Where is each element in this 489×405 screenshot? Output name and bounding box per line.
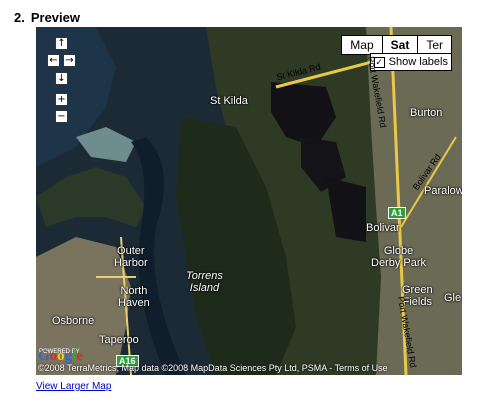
zoom-in-button[interactable]: + [55, 93, 68, 106]
pan-right-button[interactable]: → [63, 54, 76, 67]
show-labels-label: Show labels [388, 56, 448, 68]
show-labels-toggle[interactable]: ✓ Show labels [369, 53, 452, 71]
pan-up-button[interactable]: ↑ [55, 37, 68, 50]
place-label: Bolivar [366, 222, 400, 234]
place-label: Globe Derby Park [371, 245, 427, 269]
pan-left-button[interactable]: ← [47, 54, 60, 67]
satellite-imagery [36, 27, 462, 375]
place-label: Paralowie [424, 185, 462, 197]
place-label: Taperoo [99, 334, 139, 346]
view-larger-map-link[interactable]: View Larger Map [36, 381, 111, 392]
section-title: Preview [30, 10, 80, 25]
section-number: 2. [14, 10, 25, 25]
place-label: Gle [444, 292, 462, 304]
google-logo-letter: e [76, 348, 84, 364]
place-label: St Kilda [210, 95, 248, 107]
place-label: Torrens Island [186, 270, 223, 294]
place-label: North Haven [118, 285, 150, 309]
map-type-bar: Map Sat Ter [341, 35, 452, 55]
map-type-sat-button[interactable]: Sat [381, 35, 419, 55]
section-heading: 2. Preview [14, 10, 80, 25]
place-label: Outer Harbor [114, 245, 148, 269]
place-label: Burton [410, 107, 443, 119]
place-label: Osborne [52, 315, 95, 327]
route-shield: A1 [388, 207, 406, 219]
satellite-map[interactable]: ↑ ← → ↓ + − Map Sat Ter ✓ Show labels St… [36, 27, 462, 375]
google-logo-letter: G [38, 348, 50, 364]
map-type-ter-button[interactable]: Ter [417, 35, 452, 55]
google-logo-letter: o [57, 348, 65, 364]
map-attribution: ©2008 TerraMetrics, Map data ©2008 MapDa… [38, 363, 388, 373]
zoom-out-button[interactable]: − [55, 110, 68, 123]
map-type-map-button[interactable]: Map [341, 35, 383, 55]
pan-down-button[interactable]: ↓ [55, 72, 68, 85]
